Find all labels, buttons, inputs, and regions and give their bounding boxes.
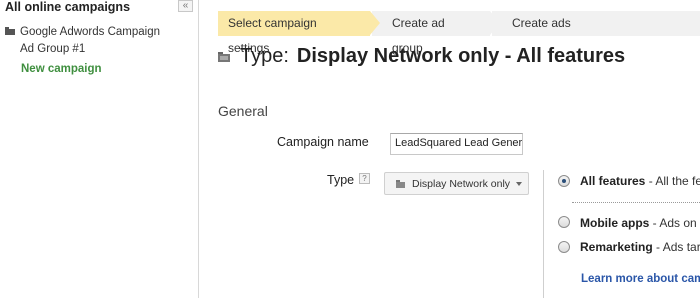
type-label: Type <box>327 173 355 187</box>
option-mobile-apps-name: Mobile apps <box>580 216 650 230</box>
chevron-down-icon <box>516 181 523 186</box>
folder-icon <box>218 51 230 62</box>
vertical-divider <box>543 170 544 298</box>
collapse-sidebar-button[interactable]: « <box>178 0 193 12</box>
radio-all-features[interactable] <box>558 175 570 187</box>
campaign-name-label: Campaign name <box>277 135 369 149</box>
step-create-ads[interactable]: Create ads <box>492 11 598 36</box>
campaign-name-input[interactable]: LeadSquared Lead Gener <box>390 133 523 155</box>
tree-item-campaign[interactable]: Google Adwords Campaign <box>5 24 160 41</box>
learn-more-link[interactable]: Learn more about cam <box>581 273 700 285</box>
section-general-heading: General <box>218 103 268 119</box>
step-select-campaign-settings[interactable]: Select campaign settings <box>218 11 380 55</box>
sidebar-title: All online campaigns <box>5 0 131 14</box>
options-separator <box>572 202 700 203</box>
page-title-text: Display Network only - All features <box>296 45 626 67</box>
radio-remarketing[interactable] <box>558 241 570 253</box>
tree-item-campaign-label: Google Adwords Campaign <box>20 26 160 38</box>
option-remarketing: Remarketing - Ads tar <box>580 240 700 254</box>
new-campaign-link[interactable]: New campaign <box>21 63 102 75</box>
radio-mobile-apps[interactable] <box>558 216 570 228</box>
page-title-prefix: Type: <box>240 45 289 67</box>
option-all-features: All features - All the fe <box>580 174 700 188</box>
option-remarketing-name: Remarketing <box>580 240 653 254</box>
folder-icon <box>5 27 15 35</box>
folder-icon <box>396 179 405 188</box>
help-icon[interactable]: ? <box>359 173 370 184</box>
type-dropdown[interactable]: Display Network only <box>384 172 529 195</box>
option-all-features-desc: - All the fe <box>645 174 700 188</box>
page-title: Type: Display Network only - All feature… <box>218 45 625 68</box>
option-mobile-apps: Mobile apps - Ads on <box>580 216 697 230</box>
campaign-steps: Select campaign settings Create ad group… <box>218 11 598 55</box>
option-remarketing-desc: - Ads tar <box>652 240 700 254</box>
option-mobile-apps-desc: - Ads on <box>649 216 697 230</box>
type-dropdown-value: Display Network only <box>412 177 511 190</box>
step-create-ad-group[interactable]: Create ad group <box>372 11 500 55</box>
sidebar: All online campaigns « Google Adwords Ca… <box>0 0 199 298</box>
tree-item-ad-group[interactable]: Ad Group #1 <box>20 41 85 58</box>
steps-tail <box>584 11 700 36</box>
option-all-features-name: All features <box>580 174 646 188</box>
